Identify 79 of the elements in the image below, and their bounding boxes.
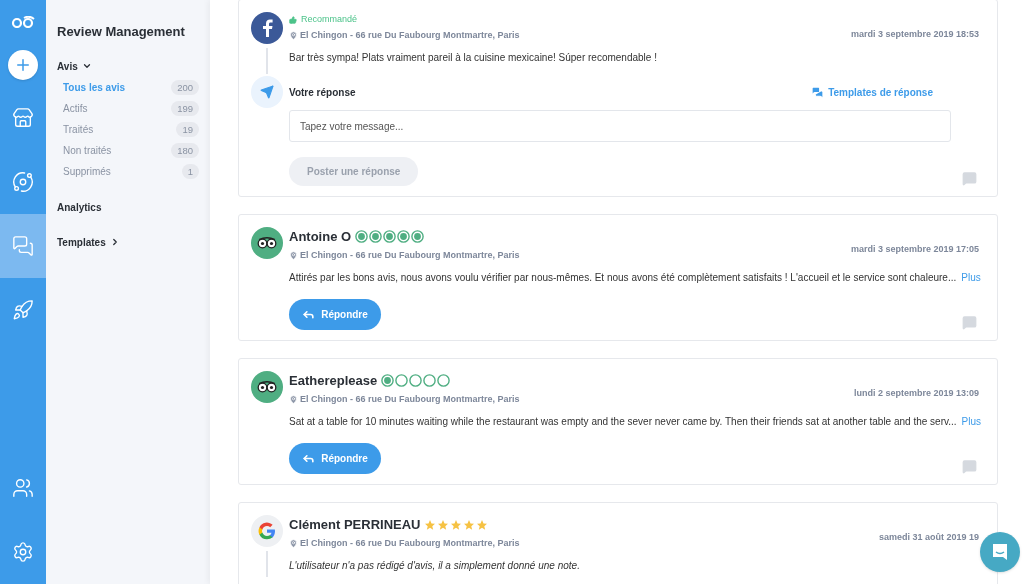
section-header[interactable]: Avis (57, 58, 92, 74)
nav-button[interactable] (0, 214, 46, 278)
owl-icon (251, 371, 283, 403)
count-badge: 199 (171, 100, 199, 116)
review-date: mardi 3 septembre 2019 18:53 (850, 28, 979, 41)
comment-icon (962, 315, 977, 330)
rating-bubble-icon (381, 374, 395, 388)
rating-bubble-icon (355, 230, 369, 244)
location: El Chingon - 66 rue Du Faubourg Montmartre, Paris (300, 536, 520, 550)
count-badge: 200 (171, 79, 199, 95)
review-text: L'utilisateur n'a pas rédigé d'avis, il a simplement donné une note. (289, 560, 580, 571)
location-pin-icon (289, 394, 298, 404)
review-date: samedi 31 août 2019 19 (878, 531, 979, 544)
chat-icon (811, 85, 825, 99)
plus-icon (14, 56, 32, 74)
section-header[interactable]: Templates (57, 234, 120, 250)
reply-arrow-icon (302, 308, 316, 321)
reply-arrow-icon (302, 452, 316, 465)
comment-icon (962, 459, 977, 474)
review-date: lundi 2 septembre 2019 13:09 (853, 387, 979, 400)
location-pin-icon (289, 250, 298, 260)
count-badge: 19 (176, 121, 199, 137)
owl-icon (251, 227, 283, 259)
rating-bubble-icon (369, 230, 383, 244)
star-icon (463, 518, 476, 531)
filter-item[interactable]: Tous les avis 200 (57, 78, 199, 96)
add-button[interactable] (8, 50, 38, 80)
chat-icon (12, 235, 34, 257)
chat-bubble-button[interactable] (980, 532, 1020, 572)
count-badge: 180 (171, 142, 199, 158)
facebook-icon (251, 12, 283, 44)
location: El Chingon - 66 rue Du Faubourg Montmartre, Paris (300, 248, 520, 262)
chat-icon (990, 542, 1010, 562)
star-icon (450, 518, 463, 531)
rating-bubble-icon (395, 374, 409, 388)
send-icon (251, 76, 283, 108)
users-icon (12, 477, 34, 499)
count-badge: 1 (181, 163, 199, 179)
location-pin-icon (289, 30, 298, 40)
reply-button[interactable]: Répondre (289, 299, 381, 330)
thumbs-up-icon (289, 15, 297, 24)
logo-icon (11, 16, 35, 28)
author-name: Antoine O (289, 228, 352, 246)
google-g-icon (251, 515, 283, 547)
star-icon (437, 518, 450, 531)
author-name: Eathereplease (289, 372, 378, 390)
sidebar-title: Review Management (57, 23, 186, 41)
rating-bubble-icon (409, 374, 423, 388)
more-link[interactable]: Plus (961, 416, 982, 427)
planet-icon (12, 171, 34, 193)
filter-item[interactable]: Traités 19 (57, 120, 199, 138)
store-icon (12, 107, 34, 129)
filter-item[interactable]: Actifs 199 (57, 99, 199, 117)
rating-bubble-icon (383, 230, 397, 244)
rocket-icon (12, 299, 34, 321)
rating-bubble-icon (423, 374, 437, 388)
review-text: Sat at a table for 10 minutes waiting while the restaurant was empty and the sever never came by. Then their friends sat at another table and the serv... (289, 416, 957, 427)
location: El Chingon - 66 rue Du Faubourg Montmartre, Paris (300, 28, 520, 42)
filter-item[interactable]: Supprimés 1 (57, 162, 199, 180)
more-link[interactable]: Plus (961, 272, 981, 283)
author-name: Clément PERRINEAU (289, 516, 421, 534)
review-text: Bar très sympa! Plats vraiment pareil à la cuisine mexicaine! Súper recomendable ! (289, 52, 657, 63)
rating-bubble-icon (411, 230, 425, 244)
review-text: Attirés par les bons avis, nous avons voulu vérifier par nous-mêmes. Et nous avons été complètement satisfaits ! L'accueil et le service sont chaleure... (289, 272, 957, 283)
star-icon (476, 518, 489, 531)
location: El Chingon - 66 rue Du Faubourg Montmartre, Paris (300, 392, 520, 406)
star-icon (424, 518, 437, 531)
review-date: mardi 3 septembre 2019 17:05 (850, 243, 979, 256)
recommended-label: Recommandé (301, 13, 358, 26)
section-header[interactable]: Analytics (57, 199, 102, 215)
settings-icon (12, 541, 34, 563)
comment-icon (962, 171, 977, 186)
rating-bubble-icon (437, 374, 451, 388)
rating-bubble-icon (397, 230, 411, 244)
filter-item[interactable]: Non traités 180 (57, 141, 199, 159)
reply-label: Votre réponse (289, 85, 356, 100)
reply-button[interactable]: Répondre (289, 443, 381, 474)
location-pin-icon (289, 538, 298, 548)
chevron-down-icon (81, 61, 92, 71)
